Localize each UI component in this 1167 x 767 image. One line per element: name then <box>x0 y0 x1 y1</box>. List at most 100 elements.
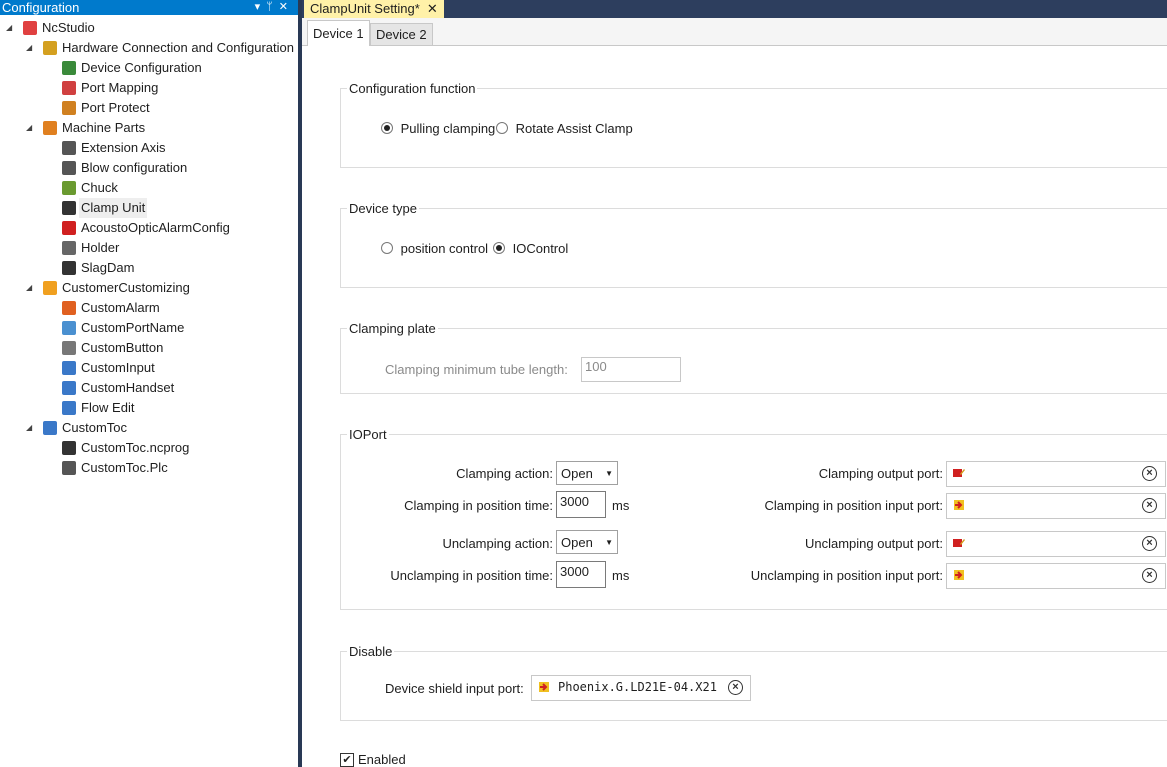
tab-label: ClampUnit Setting* <box>310 1 420 16</box>
check-icon: ✔ <box>340 753 354 767</box>
slagdam-icon <box>62 261 76 275</box>
clear-icon[interactable]: × <box>1142 536 1157 551</box>
clamping-in-port-label: Clamping in position input port: <box>764 498 944 513</box>
ms-unit: ms <box>612 568 630 583</box>
close-icon[interactable]: ✕ <box>279 1 294 13</box>
tree-item-label: Holder <box>81 240 120 255</box>
unclamping-action-select[interactable]: Open ▼ <box>556 530 618 554</box>
tree-item[interactable]: Port Mapping <box>0 78 298 98</box>
tree-item[interactable]: Blow configuration <box>0 158 298 178</box>
shield-port-value: Phoenix.G.LD21E-04.X21 <box>558 680 717 694</box>
tree-item[interactable]: CustomButton <box>0 338 298 358</box>
radio-rotate-assist-clamp[interactable]: Rotate Assist Clamp <box>496 121 633 136</box>
radio-label: Rotate Assist Clamp <box>515 121 633 136</box>
tree-item[interactable]: AcoustoOpticAlarmConfig <box>0 218 298 238</box>
tree-item[interactable]: Holder <box>0 238 298 258</box>
tree-item[interactable]: ◢ NcStudio <box>0 18 298 38</box>
clamping-output-port-field[interactable]: × <box>946 461 1166 487</box>
tree-item[interactable]: Flow Edit <box>0 398 298 418</box>
tree-item[interactable]: Device Configuration <box>0 58 298 78</box>
tab-clampunit-setting[interactable]: ClampUnit Setting* ✕ <box>304 0 444 18</box>
tree-item[interactable]: CustomToc.Plc <box>0 458 298 478</box>
button-icon <box>62 341 76 355</box>
machine-parts-icon <box>43 121 57 135</box>
output-port-icon <box>953 469 965 477</box>
document-tab-bar: ClampUnit Setting* ✕ <box>302 0 1167 18</box>
tree-item-label: CustomerCustomizing <box>62 280 190 295</box>
radio-position-control[interactable]: position control <box>381 241 488 256</box>
enabled-checkbox[interactable]: ✔ Enabled <box>340 752 406 767</box>
clear-icon[interactable]: × <box>1142 466 1157 481</box>
expand-arrow-icon[interactable]: ◢ <box>26 118 36 138</box>
warning-icon <box>62 301 76 315</box>
flow-edit-icon <box>62 401 76 415</box>
unclamping-input-port-field[interactable]: × <box>946 563 1166 589</box>
expand-arrow-icon[interactable]: ◢ <box>6 18 16 38</box>
clamping-input-port-field[interactable]: × <box>946 493 1166 519</box>
tree-item[interactable]: ◢ CustomerCustomizing <box>0 278 298 298</box>
tree-item[interactable]: Port Protect <box>0 98 298 118</box>
extension-axis-icon <box>62 141 76 155</box>
clamping-output-port-label: Clamping output port: <box>818 466 943 481</box>
tree-item-label: AcoustoOpticAlarmConfig <box>81 220 230 235</box>
group-title: Configuration function <box>347 81 478 96</box>
expand-arrow-icon[interactable]: ◢ <box>26 278 36 298</box>
clamping-time-label: Clamping in position time: <box>404 498 553 513</box>
tree-item[interactable]: CustomHandset <box>0 378 298 398</box>
tree-item[interactable]: SlagDam <box>0 258 298 278</box>
port-protect-icon <box>62 101 76 115</box>
disable-group: Disable Device shield input port: Phoeni… <box>340 644 1167 721</box>
tree-item[interactable]: CustomToc.ncprog <box>0 438 298 458</box>
radio-iocontrol[interactable]: IOControl <box>493 241 568 256</box>
ms-unit: ms <box>612 498 630 513</box>
clamping-time-input[interactable]: 3000 <box>556 491 606 518</box>
min-tube-length-input[interactable]: 100 <box>581 357 681 382</box>
port-mapping-icon <box>62 81 76 95</box>
tree-item[interactable]: Extension Axis <box>0 138 298 158</box>
radio-icon <box>493 242 505 254</box>
radio-icon <box>381 122 393 134</box>
pin-icon[interactable]: ᛘ <box>266 1 279 13</box>
alarm-light-icon <box>62 221 76 235</box>
tree-item-label: Extension Axis <box>81 140 166 155</box>
radio-pulling-clamping[interactable]: Pulling clamping <box>381 121 495 136</box>
close-tab-icon[interactable]: ✕ <box>427 1 438 16</box>
tree-item[interactable]: CustomAlarm <box>0 298 298 318</box>
tree-item-label: Chuck <box>81 180 118 195</box>
tree-item[interactable]: Chuck <box>0 178 298 198</box>
clear-icon[interactable]: × <box>1142 568 1157 583</box>
device-shield-port-field[interactable]: Phoenix.G.LD21E-04.X21 × <box>531 675 751 701</box>
port-name-icon <box>62 321 76 335</box>
unclamping-output-port-field[interactable]: × <box>946 531 1166 557</box>
holder-icon <box>62 241 76 255</box>
ncstudio-icon <box>23 21 37 35</box>
clear-icon[interactable]: × <box>728 680 743 695</box>
tree-item-label: Hardware Connection and Configuration <box>62 40 294 55</box>
tree-item-label: Flow Edit <box>81 400 135 415</box>
tab-device-1[interactable]: Device 1 <box>307 20 370 46</box>
tree-item[interactable]: Clamp Unit <box>0 198 298 218</box>
panel-title: Configuration <box>2 0 80 15</box>
plc-file-icon <box>62 461 76 475</box>
tree-item[interactable]: CustomInput <box>0 358 298 378</box>
group-title: Disable <box>347 644 395 659</box>
tree-item[interactable]: ◢ Hardware Connection and Configuration <box>0 38 298 58</box>
unclamping-time-input[interactable]: 3000 <box>556 561 606 588</box>
blow-icon <box>62 161 76 175</box>
group-title: Clamping plate <box>347 321 438 336</box>
tree-item-label: Clamp Unit <box>79 198 148 218</box>
input-port-icon <box>954 570 964 580</box>
tab-device-2[interactable]: Device 2 <box>370 23 433 45</box>
expand-arrow-icon[interactable]: ◢ <box>26 418 36 438</box>
clamp-unit-icon <box>62 201 76 215</box>
expand-arrow-icon[interactable]: ◢ <box>26 38 36 58</box>
dropdown-icon[interactable]: ▾ <box>255 1 267 13</box>
tree-item[interactable]: ◢ Machine Parts <box>0 118 298 138</box>
customizing-icon <box>43 281 57 295</box>
tree-item[interactable]: ◢ CustomToc <box>0 418 298 438</box>
clear-icon[interactable]: × <box>1142 498 1157 513</box>
tree-item[interactable]: CustomPortName <box>0 318 298 338</box>
clamping-action-select[interactable]: Open ▼ <box>556 461 618 485</box>
puzzle-icon <box>43 421 57 435</box>
clamping-plate-group: Clamping plate Clamping minimum tube len… <box>340 321 1167 394</box>
